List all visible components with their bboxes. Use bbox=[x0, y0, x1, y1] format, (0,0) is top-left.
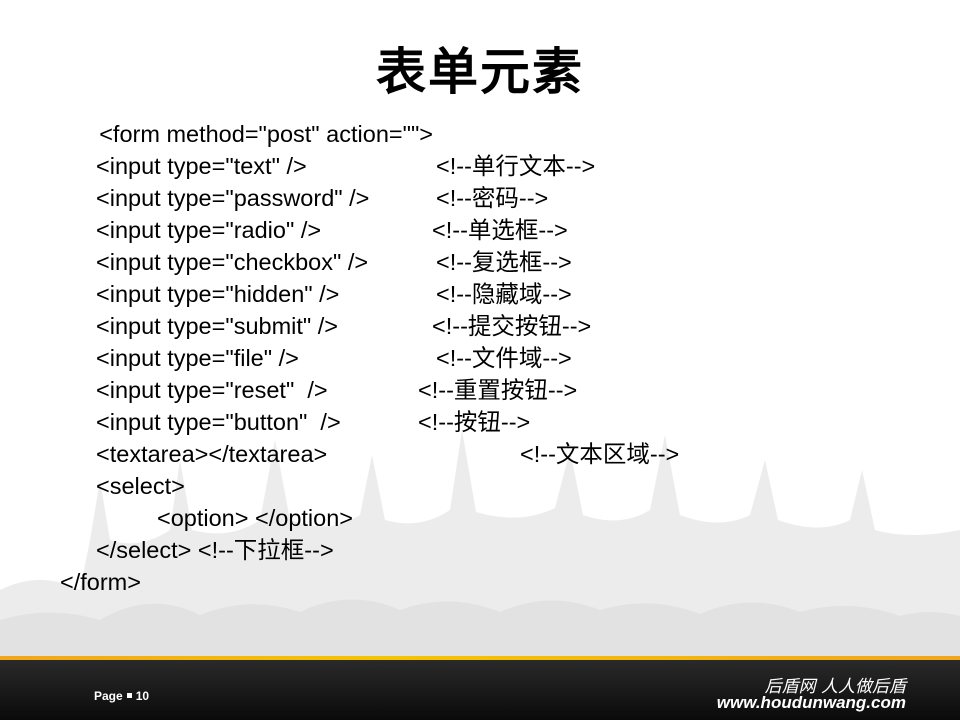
slide-title: 表单元素 bbox=[376, 43, 584, 101]
code-text: <input type="checkbox" /> bbox=[96, 249, 369, 275]
code-comment: <!--单选框--> bbox=[432, 217, 568, 243]
code-text: <input type="password" /> bbox=[96, 185, 370, 211]
code-line-input-text: <input type="text" /> <!--单行文本--> bbox=[0, 150, 595, 182]
code-comment: <!--提交按钮--> bbox=[432, 313, 592, 339]
code-line-textarea: <textarea></textarea> <!--文本区域--> bbox=[0, 438, 679, 470]
code-text: <select> bbox=[96, 473, 185, 499]
code-text: <option> </option> bbox=[157, 505, 354, 531]
slide: 表单元素 <form method="post" action=""> <inp… bbox=[0, 0, 960, 720]
code-text: <input type="submit" /> bbox=[96, 313, 339, 339]
code-text: <input type="button" /> bbox=[96, 409, 341, 435]
square-bullet-icon bbox=[126, 693, 132, 699]
code-text: </select> <!--下拉框--> bbox=[96, 537, 334, 563]
code-text: <form method="post" action=""> bbox=[99, 121, 434, 147]
code-text: <input type="text" /> bbox=[96, 153, 307, 179]
code-comment: <!--重置按钮--> bbox=[418, 377, 578, 403]
code-line-input-button: <input type="button" /> <!--按钮--> bbox=[0, 406, 530, 438]
code-comment: <!--文本区域--> bbox=[520, 441, 680, 467]
code-line-input-reset: <input type="reset" /> <!--重置按钮--> bbox=[0, 374, 577, 406]
code-text: <input type="radio" /> bbox=[96, 217, 322, 243]
code-text: <input type="reset" /> bbox=[96, 377, 328, 403]
code-comment: <!--隐藏域--> bbox=[436, 281, 572, 307]
code-line-option: <option> </option> bbox=[0, 502, 353, 534]
code-comment: <!--单行文本--> bbox=[436, 153, 596, 179]
code-comment: <!--复选框--> bbox=[436, 249, 572, 275]
brand-url: www.houdunwang.com bbox=[716, 693, 906, 712]
code-comment: <!--文件域--> bbox=[436, 345, 572, 371]
code-line-input-password: <input type="password" /> <!--密码--> bbox=[0, 182, 548, 214]
code-comment: <!--按钮--> bbox=[418, 409, 531, 435]
code-line-input-submit: <input type="submit" /> <!--提交按钮--> bbox=[0, 310, 591, 342]
code-line-form-close: </form> bbox=[0, 566, 141, 598]
code-line-input-checkbox: <input type="checkbox" /> <!--复选框--> bbox=[0, 246, 572, 278]
code-comment: <!--密码--> bbox=[436, 185, 549, 211]
code-line-select-close: </select> <!--下拉框--> bbox=[0, 534, 334, 566]
code-line-input-hidden: <input type="hidden" /> <!--隐藏域--> bbox=[0, 278, 572, 310]
code-line-input-file: <input type="file" /> <!--文件域--> bbox=[0, 342, 572, 374]
code-text: <input type="file" /> bbox=[96, 345, 299, 371]
page-number: 10 bbox=[135, 689, 150, 703]
code-line-input-radio: <input type="radio" /> <!--单选框--> bbox=[0, 214, 568, 246]
code-line-select-open: <select> bbox=[0, 470, 185, 502]
code-text: <input type="hidden" /> bbox=[96, 281, 340, 307]
page-label: Page bbox=[94, 689, 123, 703]
code-text: </form> bbox=[60, 569, 141, 595]
code-line-form-open: <form method="post" action=""> bbox=[60, 118, 433, 150]
page-indicator: Page 10 bbox=[94, 689, 149, 703]
code-text: <textarea></textarea> bbox=[96, 441, 328, 467]
